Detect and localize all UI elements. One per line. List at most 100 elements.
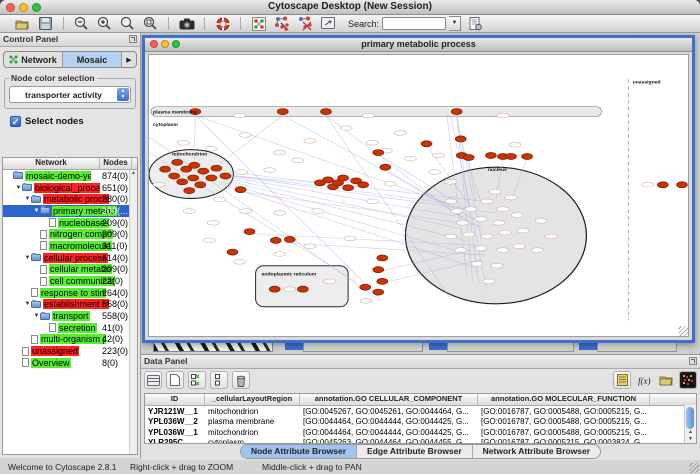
network-node-label[interactable] — [429, 170, 441, 175]
network-node-label[interactable] — [366, 199, 378, 204]
attribute-table-icon[interactable] — [144, 371, 162, 389]
network-node-selected[interactable] — [269, 286, 280, 292]
tree-column-network[interactable]: Network — [3, 158, 100, 169]
node-color-select[interactable]: transporter activity ▲▼ — [9, 86, 131, 103]
region-plasma-membrane[interactable] — [151, 107, 602, 117]
network-edge[interactable] — [211, 115, 282, 170]
tree-column-nodes[interactable]: Nodes — [100, 158, 132, 169]
network-node-selected[interactable] — [343, 185, 354, 191]
network-node-label[interactable] — [183, 209, 195, 214]
import-attributes-icon[interactable] — [657, 371, 675, 389]
network-node-label[interactable] — [471, 261, 483, 266]
network-node-label[interactable] — [511, 213, 523, 218]
network-node-label[interactable] — [360, 299, 372, 304]
save-session-icon[interactable] — [37, 16, 54, 31]
table-cell[interactable]: mitochondrion — [205, 428, 300, 437]
network-node-label[interactable] — [505, 195, 517, 200]
network-node-selected[interactable] — [277, 109, 288, 115]
network-window-titlebar[interactable]: primary metabolic process — [145, 38, 692, 52]
tree-row[interactable]: Overview8(0) — [3, 357, 130, 369]
network-node-label[interactable] — [205, 146, 217, 151]
network-node-label[interactable] — [240, 209, 252, 214]
table-cell[interactable]: [GO:0045267, GO:0045261, GO:0044464, G..… — [300, 407, 478, 416]
network-node-label[interactable] — [274, 211, 286, 216]
network-node-selected[interactable] — [373, 150, 384, 156]
tree-row[interactable]: ▼transport558(0) — [3, 310, 130, 322]
network-graph[interactable]: plasma membranecytoplasmmitochondrionnuc… — [149, 55, 688, 336]
table-cell[interactable]: [GO:0016787, GO:0005488, GO:0005215, G..… — [478, 428, 650, 437]
network-node-selected[interactable] — [380, 164, 391, 170]
network-node-label[interactable] — [284, 287, 296, 292]
tab-node-attribute-browser[interactable]: Node Attribute Browser — [241, 445, 357, 458]
app-resize-grip[interactable] — [689, 463, 699, 473]
network-node-label[interactable] — [513, 244, 525, 249]
scrollbar-thumb[interactable] — [686, 407, 694, 429]
network-node-selected[interactable] — [451, 109, 462, 115]
snapshot-camera-icon[interactable] — [178, 16, 195, 31]
network-node-selected[interactable] — [172, 159, 183, 165]
network-node-selected[interactable] — [323, 177, 334, 183]
create-view-icon[interactable] — [273, 16, 290, 31]
formula-icon[interactable]: f(x) — [635, 371, 653, 389]
network-node-selected[interactable] — [198, 168, 209, 174]
tab-mosaic[interactable]: Mosaic — [63, 52, 122, 67]
network-node-label[interactable] — [213, 197, 225, 202]
tree-row[interactable]: ▼establishment of lo558(0) — [3, 299, 130, 311]
network-node-selected[interactable] — [177, 179, 188, 185]
select-nodes-checkbox[interactable]: ✓ — [10, 116, 21, 127]
table-cell[interactable]: [GO:0016787, GO:0005488, GO:0005215, G..… — [478, 417, 650, 426]
network-node-label[interactable] — [497, 248, 509, 253]
expander-icon[interactable]: ▼ — [24, 255, 31, 261]
network-node-selected[interactable] — [235, 187, 246, 193]
zoom-fit-icon[interactable] — [119, 16, 136, 31]
network-node-label[interactable] — [366, 140, 378, 145]
expander-icon[interactable]: ▼ — [33, 313, 40, 319]
network-node-selected[interactable] — [189, 162, 200, 168]
expander-icon[interactable]: ▼ — [15, 185, 22, 191]
table-cell[interactable]: mitochondrion — [205, 407, 300, 416]
table-row[interactable]: YPL036W__2plasma membrane[GO:0044464, GO… — [145, 417, 696, 428]
network-node-label[interactable] — [483, 279, 495, 284]
network-node-label[interactable] — [292, 158, 304, 163]
table-column-header[interactable]: ID — [145, 394, 205, 405]
network-node-selected[interactable] — [506, 153, 517, 159]
network-node-label[interactable] — [340, 126, 352, 131]
network-node-label[interactable] — [475, 217, 487, 222]
network-node-label[interactable] — [531, 248, 543, 253]
table-column-header[interactable]: annotation.GO CELLULAR_COMPONENT — [300, 394, 478, 405]
tab-edge-attribute-browser[interactable]: Edge Attribute Browser — [357, 445, 473, 458]
network-node-label[interactable] — [153, 182, 165, 187]
tree-row[interactable]: multi-organism pro42(0) — [3, 334, 130, 346]
network-node-selected[interactable] — [211, 165, 222, 171]
help-lifering-icon[interactable] — [214, 16, 231, 31]
tree-row[interactable]: nitrogen compo209(0) — [3, 228, 130, 240]
notepad-icon[interactable] — [613, 371, 631, 389]
network-node-selected[interactable] — [421, 141, 432, 147]
table-cell[interactable]: YPL036W__1 — [145, 428, 205, 437]
network-node-label[interactable] — [535, 219, 547, 224]
network-node-selected[interactable] — [220, 173, 231, 179]
network-node-selected[interactable] — [206, 175, 217, 181]
network-node-label[interactable] — [545, 234, 557, 239]
float-panel-icon[interactable] — [689, 357, 697, 365]
network-node-label[interactable] — [481, 199, 493, 204]
network-node-label[interactable] — [240, 133, 252, 138]
tree-row[interactable]: macromolecule311(0) — [3, 240, 130, 252]
expander-icon[interactable]: ▼ — [33, 208, 40, 214]
network-node-label[interactable] — [445, 179, 457, 184]
network-node-label[interactable] — [497, 113, 509, 118]
tree-row[interactable]: mosaic-demo-yeast874(0) — [3, 170, 130, 182]
network-node-selected[interactable] — [270, 237, 281, 243]
network-node-label[interactable] — [404, 156, 416, 161]
heatmap-icon[interactable] — [679, 371, 697, 389]
network-node-selected[interactable] — [227, 249, 238, 255]
expander-icon[interactable]: ▼ — [24, 196, 31, 202]
app-titlebar[interactable]: Cytoscape Desktop (New Session) — [0, 0, 700, 15]
unselect-attributes-icon[interactable] — [210, 371, 228, 389]
tree-row[interactable]: unassigned223(0) — [3, 345, 130, 357]
network-node-selected[interactable] — [358, 182, 369, 188]
network-node-label[interactable] — [207, 220, 219, 225]
network-node-selected[interactable] — [160, 166, 171, 172]
table-cell[interactable]: [GO:0044464, GO:0044444, GO:0044425, G..… — [300, 428, 478, 437]
network-node-label[interactable] — [481, 234, 493, 239]
